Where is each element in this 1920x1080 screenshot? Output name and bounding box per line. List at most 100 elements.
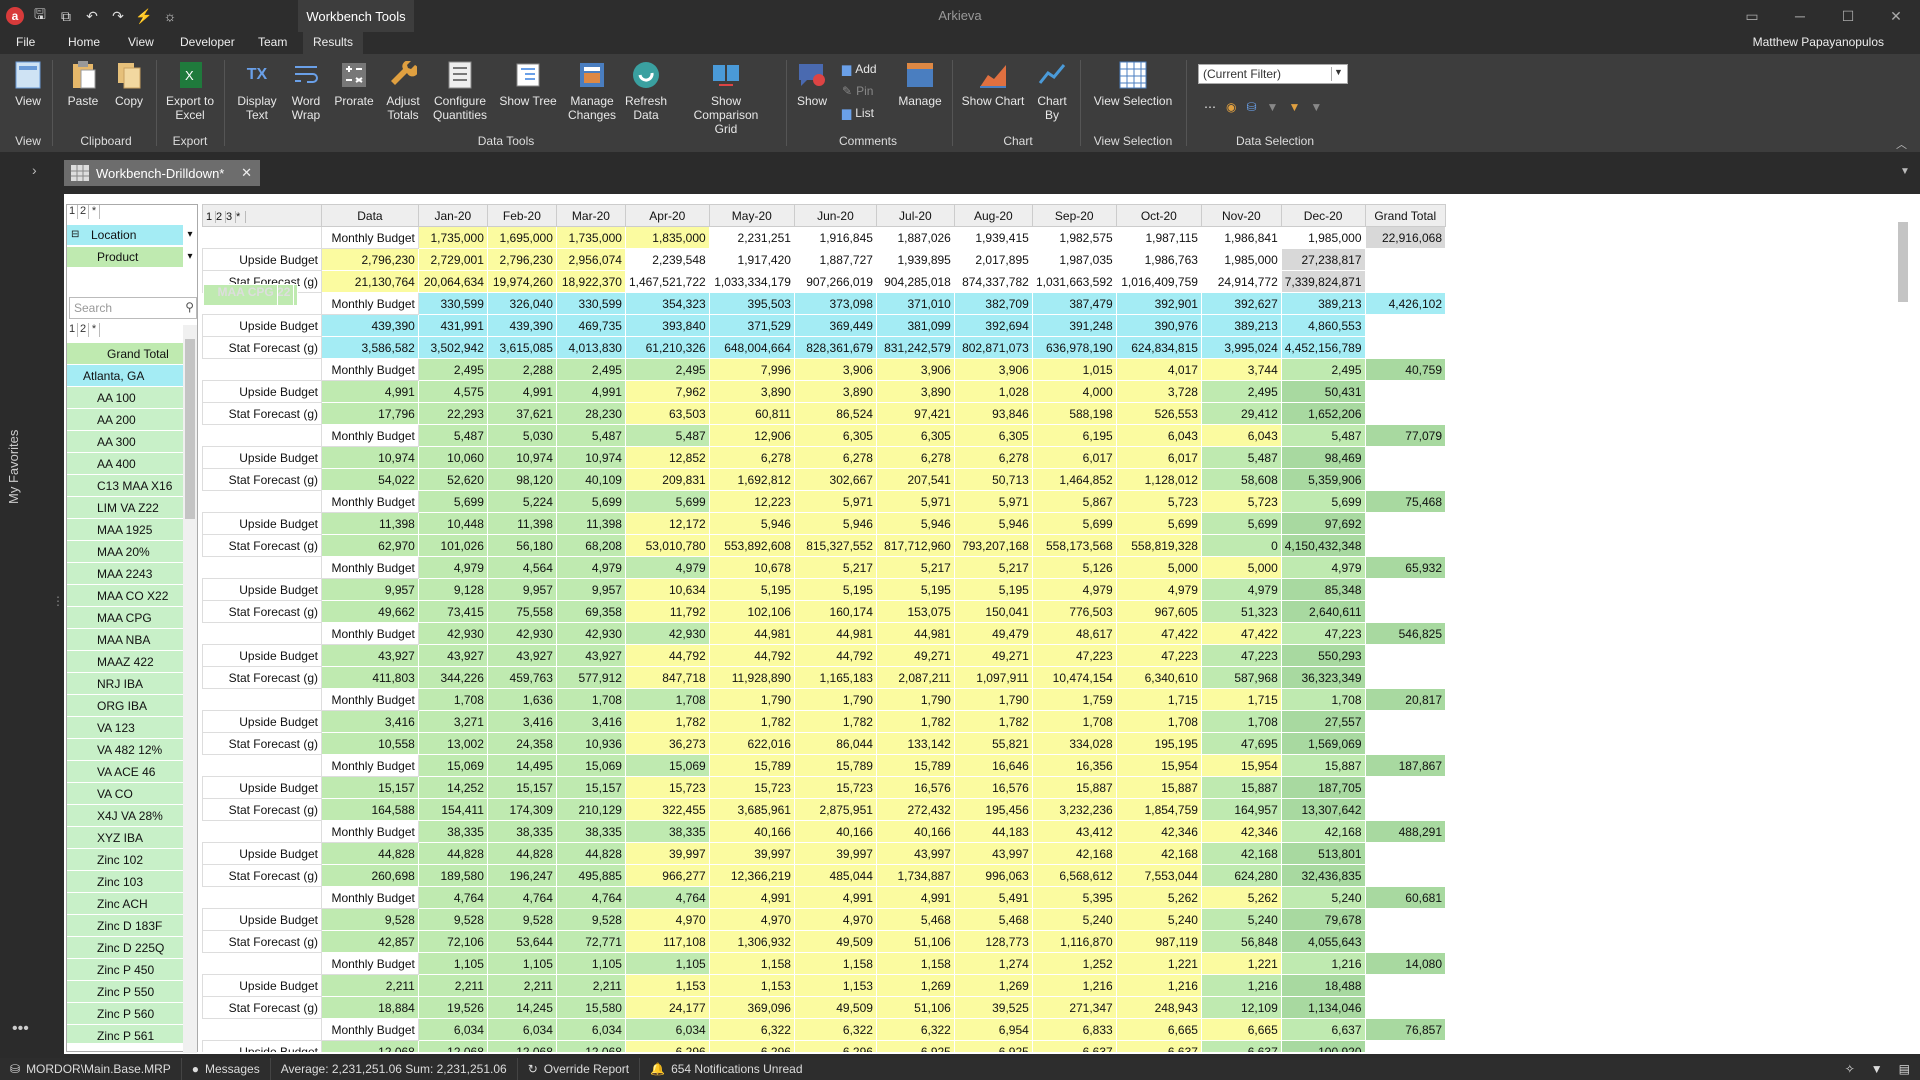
data-cell[interactable]: 248,943: [1115, 996, 1202, 1019]
data-cell[interactable]: 47,422: [1115, 622, 1202, 645]
data-cell[interactable]: 369,096: [708, 996, 795, 1019]
data-cell[interactable]: 1,835,000: [624, 226, 710, 249]
data-cell[interactable]: 40,166: [708, 820, 795, 843]
data-cell[interactable]: 1,735,000: [417, 226, 488, 249]
data-cell[interactable]: 4,991: [793, 886, 877, 909]
select-user-icon[interactable]: ◉: [1226, 100, 1236, 114]
data-cell[interactable]: 4,970: [624, 908, 710, 931]
search-icon[interactable]: ⚲: [185, 300, 194, 314]
column-header[interactable]: Jun-20: [793, 204, 877, 227]
status-filter-icon[interactable]: ▼: [1871, 1062, 1883, 1076]
data-cell[interactable]: 1,708: [624, 688, 710, 711]
data-cell[interactable]: 4,991: [486, 380, 557, 403]
column-header[interactable]: Aug-20: [953, 204, 1033, 227]
tree-item[interactable]: VA ACE 46: [67, 761, 183, 783]
data-cell[interactable]: 49,271: [875, 644, 955, 667]
data-cell[interactable]: 44,792: [624, 644, 710, 667]
data-cell[interactable]: 4,991: [875, 886, 955, 909]
data-cell[interactable]: 50,713: [953, 468, 1033, 491]
data-cell[interactable]: 15,723: [624, 776, 710, 799]
data-cell[interactable]: 1,708: [1200, 710, 1282, 733]
data-cell[interactable]: 15,887: [1115, 776, 1202, 799]
data-cell[interactable]: 196,247: [486, 864, 557, 887]
data-cell[interactable]: 577,912: [555, 666, 626, 689]
data-cell[interactable]: 6,278: [708, 446, 795, 469]
data-cell[interactable]: 164,588: [321, 798, 419, 821]
data-cell[interactable]: 5,699: [555, 490, 626, 513]
tree-item[interactable]: Zinc 103: [67, 871, 183, 893]
undo-icon[interactable]: ↶: [82, 6, 102, 26]
data-cell[interactable]: 14,495: [486, 754, 557, 777]
data-cell[interactable]: 12,068: [486, 1040, 557, 1052]
data-cell[interactable]: 40,166: [875, 820, 955, 843]
data-cell[interactable]: 4,979: [1031, 578, 1117, 601]
data-cell[interactable]: 10,060: [417, 446, 488, 469]
tree-item[interactable]: AA 300: [67, 431, 183, 453]
data-cell[interactable]: 1,274: [953, 952, 1033, 975]
data-cell[interactable]: 3,615,085: [486, 336, 557, 359]
data-cell[interactable]: 624,834,815: [1115, 336, 1202, 359]
data-cell[interactable]: 1,221: [1115, 952, 1202, 975]
data-cell[interactable]: 2,495: [1280, 358, 1366, 381]
data-cell[interactable]: 18,884: [321, 996, 419, 1019]
data-cell[interactable]: 6,017: [1031, 446, 1117, 469]
column-header[interactable]: Oct-20: [1115, 204, 1202, 227]
data-cell[interactable]: 459,763: [486, 666, 557, 689]
data-cell[interactable]: 6,043: [1115, 424, 1202, 447]
data-cell[interactable]: 187,867: [1364, 754, 1446, 777]
data-cell[interactable]: 3,906: [953, 358, 1033, 381]
data-cell[interactable]: 15,723: [793, 776, 877, 799]
data-cell[interactable]: 558,173,568: [1031, 534, 1117, 557]
data-cell[interactable]: 6,322: [793, 1018, 877, 1041]
data-cell[interactable]: 1,252: [1031, 952, 1117, 975]
data-cell[interactable]: 831,242,579: [875, 336, 955, 359]
data-cell[interactable]: 2,875,951: [793, 798, 877, 821]
data-cell[interactable]: 1,153: [708, 974, 795, 997]
data-cell[interactable]: 1,652,206: [1280, 402, 1366, 425]
data-cell[interactable]: 431,991: [417, 314, 488, 337]
select-db-icon[interactable]: ⛁: [1246, 100, 1256, 114]
data-cell[interactable]: 1,986,763: [1115, 248, 1202, 271]
expand-panel-icon[interactable]: ›: [32, 162, 37, 178]
data-cell[interactable]: 1,216: [1115, 974, 1202, 997]
data-cell[interactable]: 6,954: [953, 1018, 1033, 1041]
tree-item[interactable]: MAA CPG: [67, 607, 183, 629]
data-cell[interactable]: 40,166: [793, 820, 877, 843]
data-cell[interactable]: 38,335: [624, 820, 710, 843]
data-cell[interactable]: 73,415: [417, 600, 488, 623]
data-cell[interactable]: 5,971: [793, 490, 877, 513]
data-cell[interactable]: 271,347: [1031, 996, 1117, 1019]
data-cell[interactable]: 4,979: [624, 556, 710, 579]
column-header[interactable]: Feb-20: [486, 204, 557, 227]
data-cell[interactable]: 5,491: [953, 886, 1033, 909]
data-cell[interactable]: 12,068: [321, 1040, 419, 1052]
data-cell[interactable]: 12,366,219: [708, 864, 795, 887]
data-cell[interactable]: 39,997: [708, 842, 795, 865]
data-cell[interactable]: 42,168: [1200, 842, 1282, 865]
data-cell[interactable]: 29,412: [1200, 402, 1282, 425]
data-cell[interactable]: 546,825: [1364, 622, 1446, 645]
close-tab-icon[interactable]: ✕: [241, 165, 252, 181]
data-cell[interactable]: 5,699: [1200, 512, 1282, 535]
data-cell[interactable]: 6,322: [708, 1018, 795, 1041]
data-cell[interactable]: 42,857: [321, 930, 419, 953]
data-cell[interactable]: 10,974: [486, 446, 557, 469]
data-cell[interactable]: 5,971: [953, 490, 1033, 513]
data-cell[interactable]: 6,925: [875, 1040, 955, 1052]
data-cell[interactable]: 382,709: [953, 292, 1033, 315]
data-cell[interactable]: 53,644: [486, 930, 557, 953]
data-cell[interactable]: 847,718: [624, 666, 710, 689]
data-cell[interactable]: 1,790: [875, 688, 955, 711]
data-cell[interactable]: 2,239,548: [624, 248, 710, 271]
data-cell[interactable]: 47,223: [1280, 622, 1366, 645]
tree-item[interactable]: VA 123: [67, 717, 183, 739]
data-cell[interactable]: 47,695: [1200, 732, 1282, 755]
data-cell[interactable]: 72,771: [555, 930, 626, 953]
data-cell[interactable]: 392,627: [1200, 292, 1282, 315]
data-cell[interactable]: 60,681: [1364, 886, 1446, 909]
data-cell[interactable]: 7,962: [624, 380, 710, 403]
data-cell[interactable]: 15,789: [793, 754, 877, 777]
data-cell[interactable]: 6,034: [486, 1018, 557, 1041]
data-cell[interactable]: 38,335: [417, 820, 488, 843]
data-cell[interactable]: 43,927: [321, 644, 419, 667]
